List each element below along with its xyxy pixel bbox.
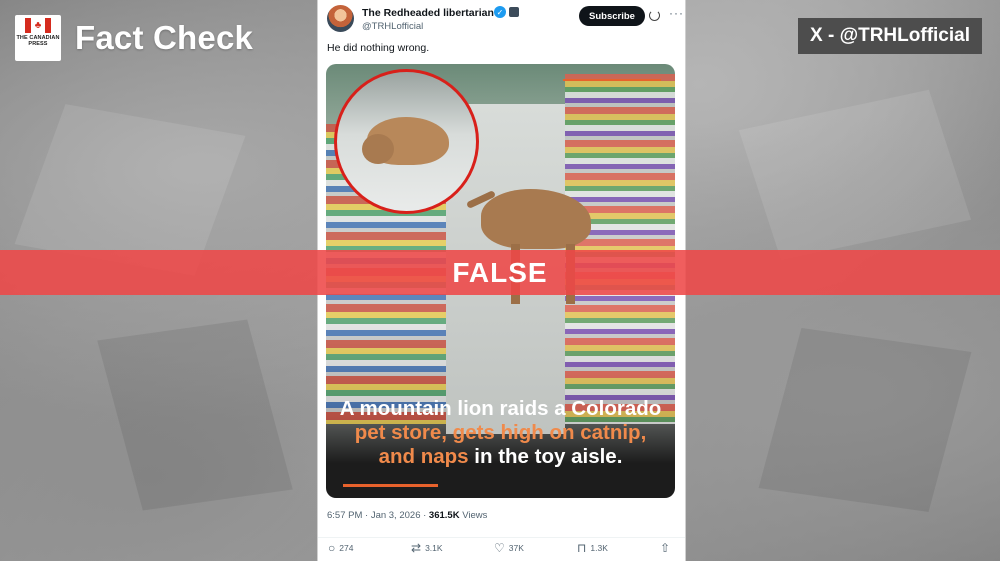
reply-button[interactable]: ○ 274 (328, 542, 353, 554)
reply-icon: ○ (328, 541, 336, 555)
more-options-icon[interactable]: ··· (669, 6, 684, 20)
accent-line-bottom (343, 484, 438, 487)
repost-icon: ⇄ (411, 541, 422, 555)
source-label: X - @TRHLofficial (798, 18, 982, 54)
tweet-meta: 6:57 PM · Jan 3, 2026 · 361.5K Views (327, 510, 487, 521)
share-button[interactable]: ⇧ (660, 542, 670, 554)
verified-badge-icon: ✓ (494, 6, 506, 18)
caption-part-1: A mountain lion raids a Colorado (339, 397, 662, 420)
affiliate-badge-icon (509, 7, 519, 17)
brand-header: ♣ THE CANADIAN PRESS Fact Check (15, 15, 253, 61)
store-shelf-right (565, 74, 675, 424)
tweet-timestamp[interactable]: 6:57 PM · Jan 3, 2026 · (327, 510, 429, 521)
tweet-text: He did nothing wrong. (327, 42, 430, 54)
views-count: 361.5K (428, 510, 460, 521)
author-name[interactable]: The Redheaded libertarian (362, 7, 494, 19)
author-handle[interactable]: @TRHLofficial (362, 21, 423, 32)
fact-check-title: Fact Check (75, 19, 254, 56)
tweet-actions: ○ 274 ⇄ 3.1K ♡ 37K ⊓ 1.3K ⇧ (318, 537, 685, 557)
media-caption: A mountain lion raids a Colorado pet sto… (326, 397, 675, 469)
avatar[interactable] (327, 5, 354, 32)
subscribe-button[interactable]: Subscribe (579, 6, 645, 26)
views-label: Views (459, 510, 488, 521)
background-shard (738, 89, 972, 261)
background-shard (97, 319, 293, 511)
verdict-band: FALSE (0, 250, 1000, 295)
like-count: 37K (508, 543, 524, 553)
verdict-label: FALSE (452, 256, 548, 288)
sleeping-lion-head (362, 134, 394, 164)
background-shard (758, 328, 972, 512)
maple-leaf-flag-icon: ♣ (25, 18, 51, 33)
canadian-press-logo: ♣ THE CANADIAN PRESS (15, 15, 61, 61)
bookmark-button[interactable]: ⊓ 1.3K (577, 542, 608, 554)
bookmark-count: 1.3K (590, 543, 608, 553)
heart-icon: ♡ (494, 541, 505, 555)
caption-part-3: in the toy aisle. (468, 445, 623, 468)
tweet-header: The Redheaded libertarian ✓ @TRHLofficia… (326, 5, 683, 35)
reply-count: 274 (339, 543, 354, 553)
share-icon: ⇧ (660, 541, 671, 555)
repost-button[interactable]: ⇄ 3.1K (411, 542, 443, 554)
repost-count: 3.1K (425, 543, 443, 553)
grok-icon[interactable] (649, 10, 660, 21)
logo-text: THE CANADIAN PRESS (16, 35, 60, 47)
like-button[interactable]: ♡ 37K (494, 542, 524, 554)
inset-circle (334, 69, 479, 214)
accent-line-top (563, 79, 661, 81)
bookmark-icon: ⊓ (577, 541, 587, 555)
